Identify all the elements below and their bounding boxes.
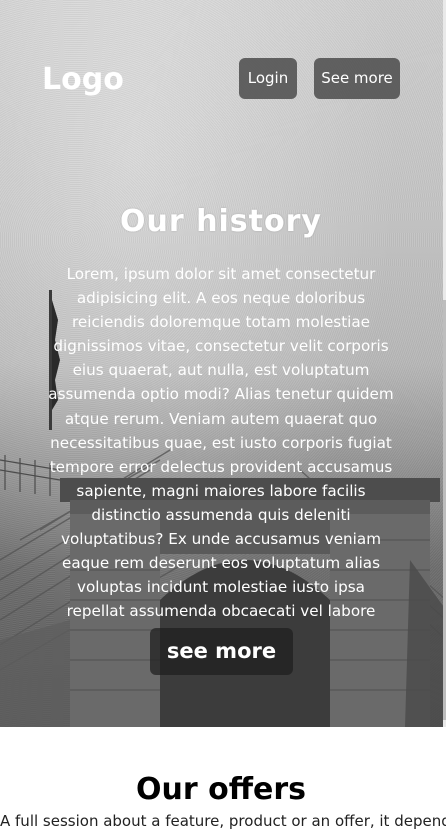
see-more-hero-button[interactable]: see more — [150, 628, 293, 675]
offers-description: A full session about a feature, product … — [0, 812, 446, 830]
hero-paragraph: Lorem, ipsum dolor sit amet consectetur … — [48, 265, 394, 621]
hero-section: Logo Login See more Our history Lorem, i… — [0, 0, 446, 727]
offers-title: Our offers — [135, 772, 306, 807]
hero-title: Our history — [120, 204, 322, 239]
see-more-nav-button[interactable]: See more — [314, 58, 400, 99]
logo[interactable]: Logo — [42, 62, 124, 97]
login-button[interactable]: Login — [239, 58, 297, 99]
